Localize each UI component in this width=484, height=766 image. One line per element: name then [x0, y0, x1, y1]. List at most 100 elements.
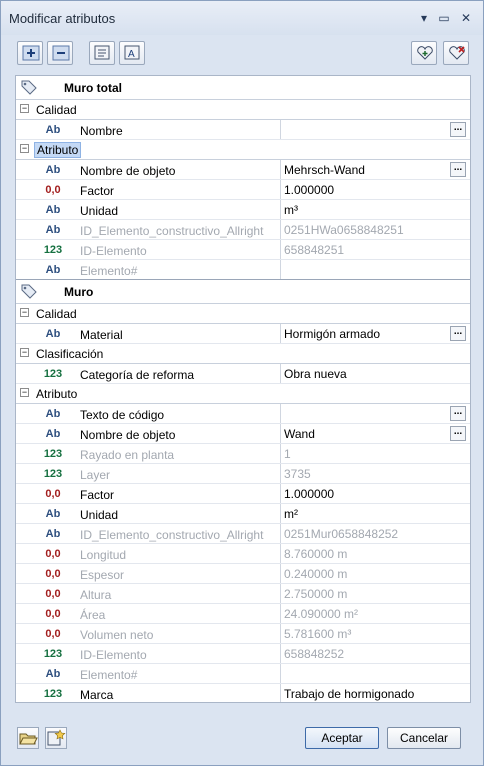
group-label: Atributo [36, 387, 78, 401]
attribute-manager-button[interactable] [89, 41, 115, 65]
object-header-muro-total[interactable]: Muro total [16, 76, 470, 100]
attribute-name: Categoría de reforma [80, 368, 195, 382]
browse-button[interactable]: ... [450, 122, 466, 137]
attribute-row[interactable]: 0,0 Factor 1.000000 [16, 180, 470, 200]
attribute-value[interactable]: Wand [284, 427, 315, 441]
attribute-name: Elemento# [80, 264, 138, 278]
type-integer-badge: 123 [43, 244, 63, 256]
group-header[interactable]: − Atributo [16, 384, 470, 404]
attribute-name: Unidad [80, 508, 119, 522]
modify-attributes-dialog: Modificar atributos ▾ ▭ ✕ A Muro total −… [0, 0, 484, 766]
close-icon[interactable]: ✕ [457, 9, 475, 27]
open-favorite-button[interactable] [17, 727, 39, 749]
remove-favorite-button[interactable] [443, 41, 469, 65]
tag-icon [21, 80, 37, 95]
minimize-icon[interactable]: ▾ [415, 9, 433, 27]
attribute-value: 3735 [284, 467, 311, 481]
attribute-value: 0251HWa0658848251 [284, 223, 404, 237]
browse-button[interactable]: ... [450, 326, 466, 341]
type-integer-badge: 123 [43, 448, 63, 460]
attribute-value[interactable]: Trabajo de hormigonado [284, 687, 414, 701]
collapse-toggle[interactable]: − [20, 388, 29, 397]
attribute-row[interactable]: Ab Material Hormigón armado ... [16, 324, 470, 344]
expand-all-button[interactable] [17, 41, 43, 65]
object-title: Muro [64, 285, 94, 299]
window-title: Modificar atributos [9, 11, 116, 26]
attribute-row[interactable]: Ab Texto de código ... [16, 404, 470, 424]
collapse-all-button[interactable] [47, 41, 73, 65]
object-header-muro[interactable]: Muro [16, 280, 470, 304]
restore-icon[interactable]: ▭ [435, 9, 453, 27]
attribute-row[interactable]: 123 Categoría de reforma Obra nueva [16, 364, 470, 384]
attribute-value[interactable]: Mehrsch-Wand [284, 163, 365, 177]
tag-icon [21, 284, 37, 299]
group-header[interactable]: − Atributo [16, 140, 470, 160]
attribute-row: Ab Elemento# [16, 260, 470, 280]
type-text-badge: Ab [45, 224, 61, 236]
attribute-value: 1 [284, 447, 291, 461]
attribute-row: 0,0 Altura 2.750000 m [16, 584, 470, 604]
text-attribute-icon: A [124, 45, 140, 60]
attribute-value: 2.750000 m [284, 587, 348, 601]
type-text-badge: Ab [45, 264, 61, 276]
attribute-value: 5.781600 m³ [284, 627, 352, 641]
type-number-badge: 0,0 [45, 548, 61, 560]
type-number-badge: 0,0 [45, 568, 61, 580]
attribute-value[interactable]: 1.000000 [284, 487, 334, 501]
folder-open-icon [19, 733, 38, 745]
accept-button[interactable]: Aceptar [305, 727, 379, 749]
group-header[interactable]: − Calidad [16, 304, 470, 324]
attribute-grid: Muro total − Calidad Ab Nombre ... − Atr… [15, 75, 471, 703]
attribute-row: 123 ID-Elemento 658848252 [16, 644, 470, 664]
group-header[interactable]: − Calidad [16, 100, 470, 120]
attribute-row: 123 Rayado en planta 1 [16, 444, 470, 464]
add-favorite-button[interactable] [411, 41, 437, 65]
collapse-toggle[interactable]: − [20, 104, 29, 113]
attribute-row[interactable]: Ab Unidad m³ [16, 200, 470, 220]
group-label: Calidad [36, 307, 77, 321]
attribute-name: Longitud [80, 548, 127, 562]
collapse-toggle[interactable]: − [20, 308, 29, 317]
attribute-value: 0251Mur0658848252 [284, 527, 399, 541]
browse-button[interactable]: ... [450, 162, 466, 177]
attribute-row[interactable]: Ab Unidad m² [16, 504, 470, 524]
attribute-row: 0,0 Volumen neto 5.781600 m³ [16, 624, 470, 644]
attribute-value[interactable]: 1.000000 [284, 183, 334, 197]
attribute-row: 0,0 Espesor 0.240000 m [16, 564, 470, 584]
attribute-name: Espesor [80, 568, 125, 582]
attribute-value[interactable]: m³ [284, 203, 298, 217]
cancel-button[interactable]: Cancelar [387, 727, 461, 749]
text-attribute-button[interactable]: A [119, 41, 145, 65]
attribute-row: Ab ID_Elemento_constructivo_Allright 025… [16, 524, 470, 544]
svg-text:A: A [128, 49, 135, 60]
collapse-toggle[interactable]: − [20, 144, 29, 153]
attribute-name: ID-Elemento [80, 648, 147, 662]
attribute-row[interactable]: Ab Nombre de objeto Mehrsch-Wand ... [16, 160, 470, 180]
browse-button[interactable]: ... [450, 406, 466, 421]
dialog-footer: Aceptar Cancelar [1, 713, 483, 765]
attribute-name: Layer [80, 468, 111, 482]
attribute-name: Nombre de objeto [80, 428, 176, 442]
type-text-badge: Ab [45, 668, 61, 680]
attribute-name: Volumen neto [80, 628, 154, 642]
attribute-value[interactable]: Hormigón armado [284, 327, 380, 341]
collapse-toggle[interactable]: − [20, 348, 29, 357]
attribute-row: 0,0 Área 24.090000 m² [16, 604, 470, 624]
save-favorite-button[interactable] [45, 727, 67, 749]
attribute-row[interactable]: Ab Nombre de objeto Wand ... [16, 424, 470, 444]
attribute-value: 24.090000 m² [284, 607, 359, 621]
browse-button[interactable]: ... [450, 426, 466, 441]
group-label: Calidad [36, 103, 77, 117]
attribute-row[interactable]: 0,0 Factor 1.000000 [16, 484, 470, 504]
type-text-badge: Ab [45, 428, 61, 440]
title-bar[interactable]: Modificar atributos ▾ ▭ ✕ [1, 1, 483, 35]
attribute-row[interactable]: 123 Marca Trabajo de hormigonado [16, 684, 470, 702]
attribute-value[interactable]: Obra nueva [284, 367, 347, 381]
attribute-name: ID-Elemento [80, 244, 147, 258]
attribute-row[interactable]: Ab Nombre ... [16, 120, 470, 140]
attribute-value[interactable]: m² [284, 507, 298, 521]
group-header[interactable]: − Clasificación [16, 344, 470, 364]
type-text-badge: Ab [45, 408, 61, 420]
attribute-row: 0,0 Longitud 8.760000 m [16, 544, 470, 564]
heart-delete-icon [449, 46, 465, 60]
